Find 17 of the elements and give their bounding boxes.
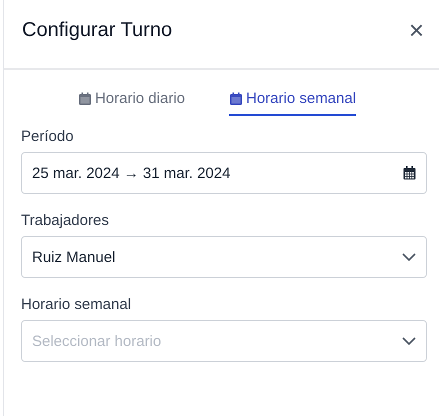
tab[interactable]: Horario diario [78, 88, 185, 116]
field-value: Ruiz Manuel [32, 248, 116, 266]
field-value: 25 mar. 2024 → 31 mar. 2024 [32, 164, 230, 182]
tab[interactable]: Horario semanal [229, 88, 356, 116]
chevron-down-icon[interactable] [402, 337, 416, 345]
calendar-icon [78, 92, 92, 106]
close-button[interactable]: × [404, 17, 428, 43]
calendar-icon[interactable] [403, 166, 416, 180]
calendar-icon [229, 92, 243, 106]
field-label: Horario semanal [21, 296, 132, 313]
select-field[interactable]: Ruiz Manuel [21, 236, 427, 278]
chevron-down-icon[interactable] [402, 253, 416, 261]
panel-title: Configurar Turno [22, 18, 172, 42]
date-range-field[interactable]: 25 mar. 2024 → 31 mar. 2024 [21, 152, 427, 194]
placeholder-text: Seleccionar horario [32, 332, 162, 350]
field-label: Período [21, 128, 75, 145]
field-label: Trabajadores [21, 212, 110, 229]
